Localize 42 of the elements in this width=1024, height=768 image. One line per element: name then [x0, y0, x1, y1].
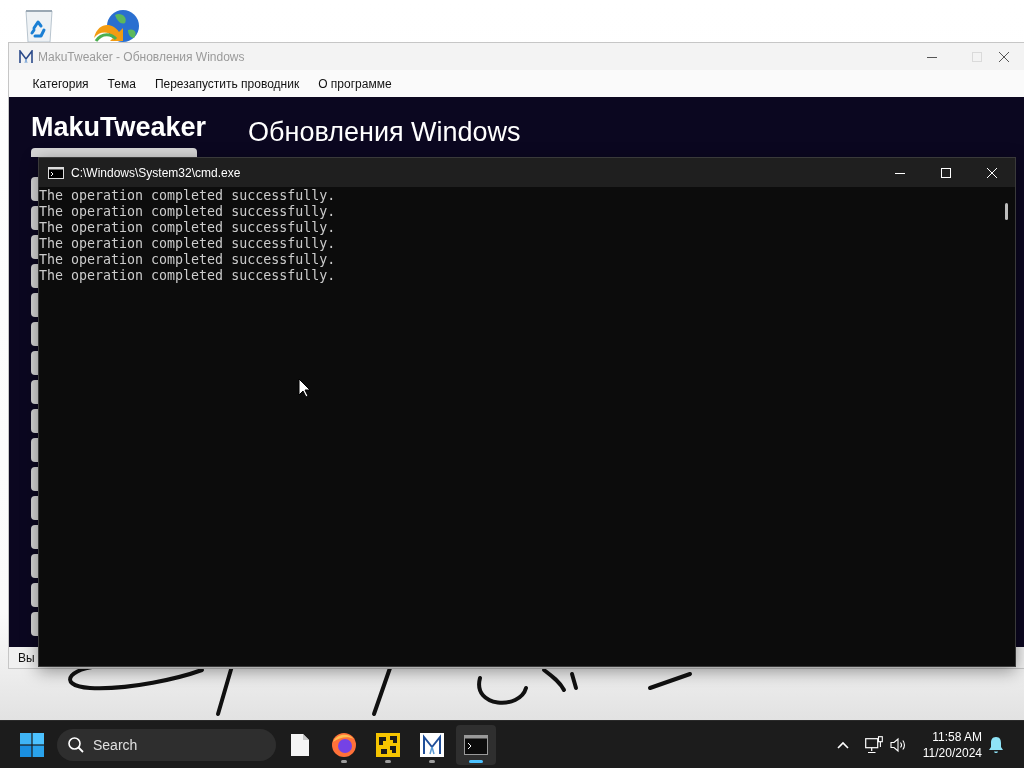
search-input[interactable]: Search — [93, 736, 243, 753]
menu-item[interactable]: Перезапустить проводник — [145, 76, 309, 91]
menu-item[interactable]: Категория — [23, 76, 99, 91]
globe-icon[interactable] — [92, 8, 140, 42]
console-line: The operation completed successfully. — [39, 204, 337, 220]
close-icon — [987, 167, 997, 178]
console-line: The operation completed successfully. — [39, 236, 337, 252]
console-line: The operation completed successfully. — [39, 268, 337, 284]
menu-item[interactable]: О программе — [308, 76, 402, 91]
page-heading: Обновления Windows — [248, 116, 521, 148]
flame-orb-icon — [332, 732, 356, 757]
app-logo: MakuTweaker — [31, 111, 207, 143]
search-bar[interactable]: Search — [57, 728, 276, 761]
maximize-icon — [971, 51, 982, 62]
window-title: MakuTweaker - Обновления Windows — [38, 49, 245, 64]
terminal-icon — [48, 166, 64, 179]
console-line: The operation completed successfully. — [39, 188, 337, 204]
maximize-icon — [941, 167, 951, 178]
document-icon — [290, 732, 310, 757]
menu-item[interactable]: Тема — [98, 76, 146, 91]
start-icon[interactable] — [20, 732, 44, 757]
console-line: The operation completed successfully. — [39, 252, 337, 268]
speaker-icon[interactable] — [889, 736, 906, 753]
clock-date: 11/20/2024 — [922, 744, 982, 761]
clock[interactable]: 11:58 AM 11/20/2024 — [922, 728, 982, 761]
bell-icon[interactable] — [988, 735, 1004, 754]
app-logo-icon — [19, 49, 33, 64]
console-line: The operation completed successfully. — [39, 220, 337, 236]
m-logo-icon — [420, 732, 444, 757]
window-title: C:\Windows\System32\cmd.exe — [71, 165, 241, 180]
search-icon — [68, 736, 84, 753]
recycle-bin-icon[interactable] — [22, 8, 56, 42]
mouse-pointer-icon — [298, 378, 311, 398]
taskbar-button[interactable] — [456, 724, 496, 765]
chevron-up-icon[interactable] — [836, 740, 849, 749]
terminal-icon — [464, 734, 488, 755]
scrollbar-thumb[interactable] — [1005, 203, 1008, 220]
close-icon — [999, 51, 1009, 62]
network-icon[interactable] — [864, 735, 883, 754]
status-text: Вы — [18, 650, 35, 665]
clock-time: 11:58 AM — [932, 728, 982, 745]
puzzle-tile-icon — [376, 732, 400, 757]
